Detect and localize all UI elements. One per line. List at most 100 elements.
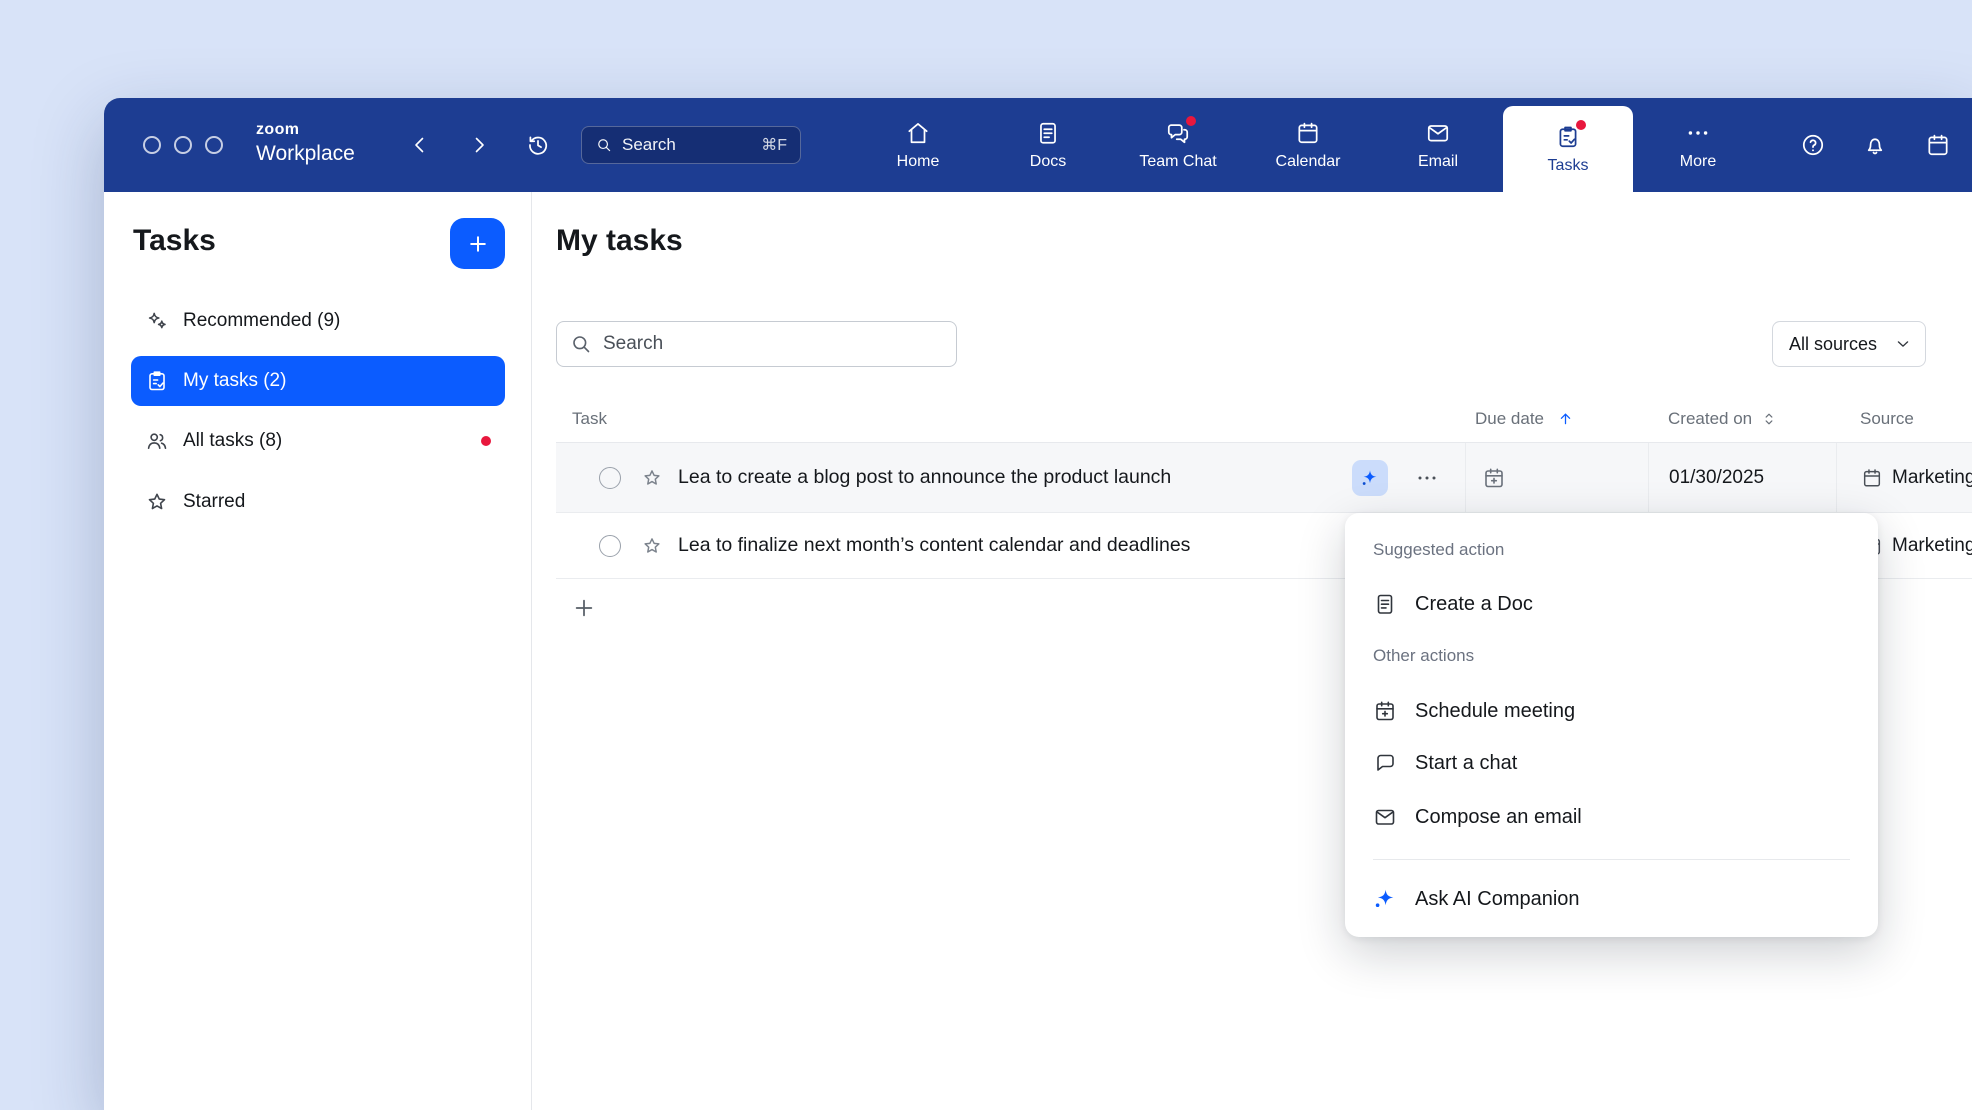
menu-item-compose-email[interactable]: Compose an email [1345,790,1878,844]
nav-label: Docs [1030,153,1066,171]
unread-badge [1576,120,1586,130]
calendar-panel-button[interactable] [1923,130,1953,160]
page-title: My tasks [556,224,683,258]
chat-bubble-icon [1373,751,1397,775]
menu-item-create-doc[interactable]: Create a Doc [1345,577,1878,631]
menu-item-label: Create a Doc [1415,593,1533,616]
nav-more[interactable]: More [1633,98,1763,192]
menu-section-label: Other actions [1373,646,1474,666]
back-button[interactable] [406,131,434,159]
home-icon [905,120,931,146]
calendar-icon [1295,120,1321,146]
sidebar-item-label: My tasks (2) [183,370,286,392]
nav-tasks[interactable]: Tasks [1503,106,1633,192]
column-header-source: Source [1836,409,1972,429]
sidebar-title: Tasks [133,224,216,258]
nav-docs[interactable]: Docs [983,98,1113,192]
column-header-due-date[interactable]: Due date [1465,409,1648,429]
sidebar-item-label: Starred [183,491,245,513]
source-calendar-icon [1861,467,1883,489]
task-row[interactable]: Lea to create a blog post to announce th… [556,443,1972,513]
menu-item-ask-ai-companion[interactable]: Ask AI Companion [1345,872,1878,926]
column-header-created-on[interactable]: Created on [1648,409,1836,429]
window-control-dot[interactable] [205,136,223,154]
nav-label: Home [897,153,940,171]
task-title: Lea to create a blog post to announce th… [678,466,1171,489]
menu-item-label: Schedule meeting [1415,700,1575,723]
menu-item-label: Start a chat [1415,752,1517,775]
primary-nav: Home Docs Team Chat Calendar [853,98,1763,192]
menu-item-start-chat[interactable]: Start a chat [1345,736,1878,790]
sidebar-item-all-tasks[interactable]: All tasks (8) [131,416,505,466]
window-control-dot[interactable] [143,136,161,154]
docs-icon [1035,120,1061,146]
source-value: Marketing [1892,535,1972,557]
ai-companion-button[interactable] [1352,460,1388,496]
sidebar-item-starred[interactable]: Starred [131,477,505,527]
add-task-inline-button[interactable] [568,592,600,624]
plus-icon [466,232,490,256]
task-search [556,321,957,367]
ai-sparkle-icon [1360,468,1380,488]
zoom-workplace-logo: zoom Workplace [256,121,355,166]
chevron-left-icon [408,133,432,157]
unread-badge [1186,116,1196,126]
nav-home[interactable]: Home [853,98,983,192]
notifications-button[interactable] [1860,130,1890,160]
nav-calendar[interactable]: Calendar [1243,98,1373,192]
global-search[interactable]: Search ⌘F [581,126,801,164]
help-button[interactable] [1798,130,1828,160]
calendar-icon [1925,132,1951,158]
set-due-date-button[interactable] [1482,466,1506,490]
nav-email[interactable]: Email [1373,98,1503,192]
top-bar: zoom Workplace Search ⌘F Home [104,98,1972,192]
task-search-input[interactable] [556,321,957,367]
my-tasks-icon [145,369,169,393]
tasks-sidebar: Tasks Recommended (9) My tasks (2) [104,192,532,1110]
chevron-right-icon [467,133,491,157]
table-header: Task Due date Created on Source [556,395,1972,443]
calendar-add-icon [1373,699,1397,723]
unread-badge [481,436,491,446]
star-icon[interactable] [641,535,663,557]
task-complete-checkbox[interactable] [599,535,621,557]
history-button[interactable] [524,131,552,159]
calendar-add-icon [1482,466,1506,490]
menu-section-label: Suggested action [1373,540,1504,560]
menu-item-schedule-meeting[interactable]: Schedule meeting [1345,684,1878,738]
menu-divider [1373,859,1850,860]
nav-label: Tasks [1548,157,1589,175]
row-more-button[interactable] [1412,463,1442,493]
add-task-button[interactable] [450,218,505,269]
search-icon [595,136,613,154]
sidebar-item-my-tasks[interactable]: My tasks (2) [131,356,505,406]
search-label: Search [622,135,676,155]
sort-icon [1760,410,1778,428]
email-icon [1425,120,1451,146]
forward-button[interactable] [465,131,493,159]
people-icon [145,429,169,453]
window-control-dot[interactable] [174,136,192,154]
search-shortcut: ⌘F [761,135,787,155]
sources-filter-dropdown[interactable]: All sources [1772,321,1926,367]
search-icon [569,332,593,356]
plus-icon [571,595,597,621]
sidebar-item-recommended[interactable]: Recommended (9) [131,296,505,346]
main-content: My tasks All sources Task Due date [532,192,1972,1110]
star-icon [145,490,169,514]
source-value: Marketing [1892,467,1972,489]
sources-filter-label: All sources [1789,334,1877,355]
menu-item-label: Compose an email [1415,806,1582,829]
doc-icon [1373,592,1397,616]
nav-team-chat[interactable]: Team Chat [1113,98,1243,192]
nav-label: More [1680,153,1716,171]
column-header-task: Task [556,409,1465,429]
star-icon[interactable] [641,467,663,489]
sparkles-icon [145,309,169,333]
sidebar-item-label: Recommended (9) [183,310,340,332]
logo-zoom: zoom [256,121,355,139]
task-complete-checkbox[interactable] [599,467,621,489]
logo-workplace: Workplace [256,142,355,166]
envelope-icon [1373,805,1397,829]
ai-action-menu: Suggested action Create a Doc Other acti… [1345,513,1878,937]
